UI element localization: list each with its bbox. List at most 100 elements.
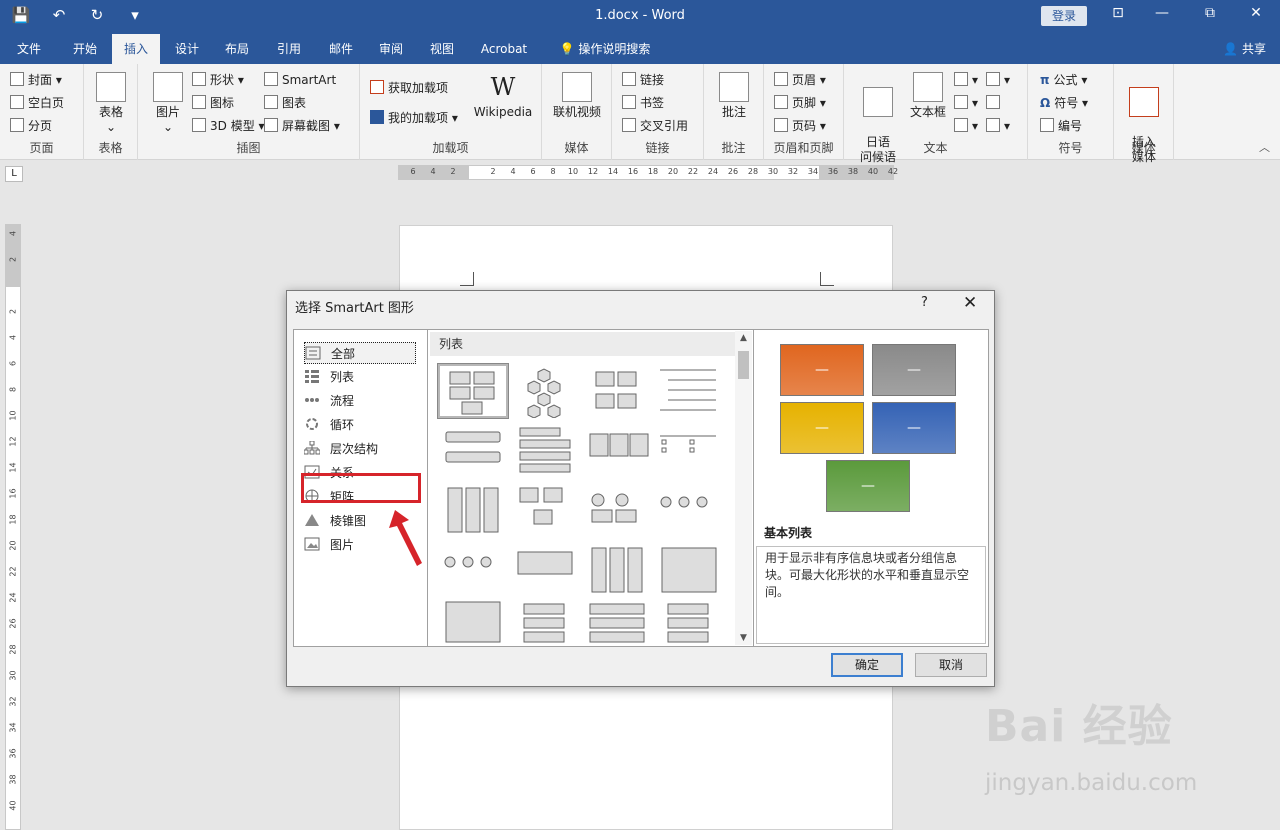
layout-circle-column-list[interactable] — [438, 600, 508, 654]
comment-button[interactable]: 批注 — [710, 72, 758, 120]
object-button[interactable]: ▾ — [986, 116, 1010, 136]
layout-lined-checkbox-list[interactable] — [582, 600, 652, 654]
tab-design[interactable]: 设计 — [164, 34, 210, 64]
layout-vertical-box-list[interactable] — [510, 424, 580, 478]
login-button[interactable]: 登录 — [1041, 6, 1087, 26]
ribbon-display-icon[interactable]: ⊡ — [1108, 5, 1128, 21]
category-all[interactable]: 全部 — [304, 342, 416, 364]
layout-bending-list[interactable] — [582, 544, 652, 598]
picture-label: 图片 — [155, 105, 180, 119]
picture-button[interactable]: 图片 ⌄ — [148, 72, 188, 135]
signature-line-button[interactable]: ▾ — [986, 70, 1010, 90]
layout-basic-list[interactable] — [437, 363, 509, 419]
scrollbar-thumb[interactable] — [738, 351, 749, 379]
page-number-button[interactable]: 页码 ▾ — [774, 116, 826, 136]
bookmark-button[interactable]: 书签 — [622, 93, 664, 113]
maximize-button[interactable]: ⧉ — [1200, 5, 1220, 21]
layout-horizontal-bullet-list[interactable] — [582, 424, 652, 478]
tab-selector[interactable]: L — [5, 166, 23, 182]
blank-page-button[interactable]: 空白页 — [10, 93, 64, 113]
close-dialog-button[interactable]: ✕ — [963, 293, 977, 313]
tell-me-search[interactable]: 💡 操作说明搜索 — [552, 34, 658, 64]
tab-references[interactable]: 引用 — [266, 34, 312, 64]
collapse-ribbon-icon[interactable]: ︿ — [1259, 139, 1270, 155]
layout-stacked-list[interactable] — [438, 484, 508, 538]
online-video-button[interactable]: 联机视频 — [548, 72, 606, 120]
process-icon — [304, 392, 320, 406]
ruler-tick: 20 — [8, 540, 18, 551]
group-text: 日语 问候语 文本框 ▾ ▾ ▾ ▾ ▾ 文本 — [844, 64, 1028, 164]
scroll-down-icon[interactable]: ▼ — [735, 631, 752, 645]
cover-page-button[interactable]: 封面 ▾ — [10, 70, 62, 90]
smartart-button[interactable]: SmartArt — [264, 70, 336, 90]
layout-framed-list[interactable] — [654, 544, 724, 598]
tab-view[interactable]: 视图 — [419, 34, 465, 64]
tab-insert[interactable]: 插入 — [112, 34, 160, 64]
number-button[interactable]: 编号 — [1040, 116, 1082, 136]
share-button[interactable]: 👤 共享 — [1223, 34, 1266, 64]
category-list-item[interactable]: 列表 — [304, 366, 416, 388]
my-addins-button[interactable]: 我的加载项 ▾ — [370, 108, 458, 128]
page-break-button[interactable]: 分页 — [10, 116, 52, 136]
text-box-button[interactable]: 文本框 — [906, 72, 950, 120]
layout-trapezoid-list[interactable] — [438, 544, 508, 598]
hierarchy-highlight-box — [301, 473, 421, 503]
japanese-greetings-button[interactable]: 日语 问候语 — [852, 72, 904, 180]
drop-cap-button[interactable]: ▾ — [954, 116, 978, 136]
get-addins-button[interactable]: 获取加载项 — [370, 78, 448, 98]
table-button[interactable]: 表格 ⌄ — [90, 72, 132, 135]
wikipedia-button[interactable]: W Wikipedia — [470, 72, 536, 120]
layout-circle-picture-list[interactable] — [654, 484, 724, 538]
vertical-ruler[interactable]: 4 2 2 4 6 8 10 12 14 16 18 20 22 24 26 28 30 32 34 36 38 40 — [5, 224, 21, 830]
horizontal-ruler[interactable]: 6 4 2 2 4 6 8 10 12 14 16 18 20 22 24 26 28 30 32 34 36 38 40 4… — [398, 165, 898, 180]
help-button[interactable]: ? — [921, 295, 928, 310]
layout-picture-caption-list[interactable] — [510, 484, 580, 538]
drop-cap-icon — [954, 118, 968, 132]
category-process[interactable]: 流程 — [304, 390, 416, 412]
cancel-button[interactable]: 取消 — [915, 653, 987, 677]
tab-mailings[interactable]: 邮件 — [318, 34, 364, 64]
close-window-button[interactable]: ✕ — [1246, 5, 1266, 21]
category-hierarchy[interactable]: 层次结构 — [303, 438, 416, 460]
tab-layout[interactable]: 布局 — [214, 34, 260, 64]
date-time-button[interactable] — [986, 93, 1004, 113]
layout-lined-list[interactable] — [654, 364, 724, 418]
insert-media-button[interactable]: 插入 媒体 — [1120, 72, 1168, 180]
text-box-icon — [913, 72, 943, 102]
tab-acrobat[interactable]: Acrobat — [470, 34, 538, 64]
layout-horizontal-picture-list[interactable] — [582, 484, 652, 538]
tab-review[interactable]: 审阅 — [368, 34, 414, 64]
cross-reference-button[interactable]: 交叉引用 — [622, 116, 688, 136]
layout-vertical-bullet-list[interactable] — [438, 424, 508, 478]
link-button[interactable]: 链接 — [622, 70, 664, 90]
tab-file[interactable]: 文件 — [8, 34, 50, 64]
gallery-scrollbar[interactable]: ▲ ▼ — [735, 331, 752, 645]
shapes-button[interactable]: 形状 ▾ — [192, 70, 244, 90]
wordart-button[interactable]: ▾ — [954, 93, 978, 113]
3d-models-button[interactable]: 3D 模型 ▾ — [192, 116, 265, 136]
chart-icon — [264, 95, 278, 109]
layout-hexagon-cluster[interactable] — [510, 364, 580, 419]
layout-table-list[interactable] — [654, 424, 724, 478]
minimize-button[interactable]: — — [1152, 5, 1172, 21]
quick-parts-button[interactable]: ▾ — [954, 70, 978, 90]
layout-descending-block-list[interactable] — [510, 544, 580, 598]
icons-button[interactable]: 图标 — [192, 93, 234, 113]
screenshot-button[interactable]: 屏幕截图 ▾ — [264, 116, 340, 136]
ruler-tick: 26 — [8, 618, 18, 629]
category-cycle[interactable]: 循环 — [304, 414, 416, 436]
layout-vertical-pair-list[interactable] — [510, 600, 580, 654]
group-pages: 封面 ▾ 空白页 分页 页面 — [0, 64, 84, 160]
symbol-button[interactable]: Ω 符号 ▾ — [1040, 93, 1088, 113]
equation-button[interactable]: π 公式 ▾ — [1040, 70, 1087, 90]
header-button[interactable]: 页眉 ▾ — [774, 70, 826, 90]
tab-home[interactable]: 开始 — [62, 34, 108, 64]
layout-grouped-blocks[interactable] — [582, 364, 652, 418]
chart-button[interactable]: 图表 — [264, 93, 306, 113]
ribbon-tabs: 文件 开始 插入 设计 布局 引用 邮件 审阅 视图 Acrobat 💡 操作说… — [0, 34, 1280, 64]
layout-grouped-list[interactable] — [654, 600, 724, 654]
ok-button[interactable]: 确定 — [831, 653, 903, 677]
scroll-up-icon[interactable]: ▲ — [735, 331, 752, 345]
footer-button[interactable]: 页脚 ▾ — [774, 93, 826, 113]
preview-shape-5: — — [826, 460, 910, 512]
